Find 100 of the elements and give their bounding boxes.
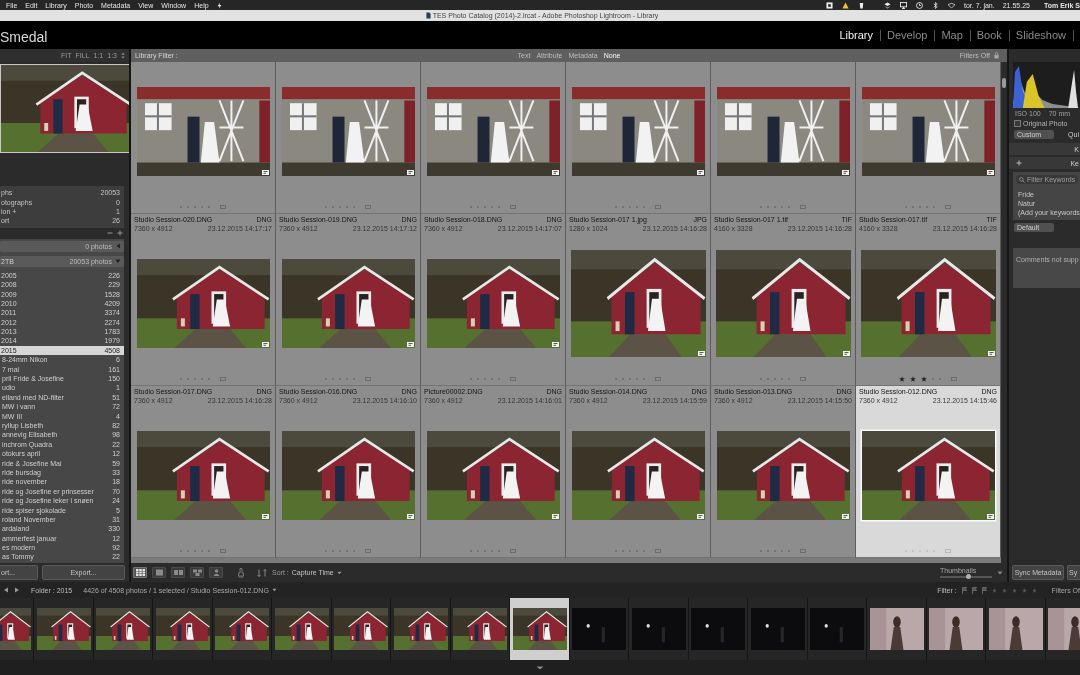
- triangle-icon[interactable]: [115, 243, 121, 250]
- grid-cell[interactable]: [566, 62, 711, 214]
- bluetooth-icon[interactable]: [931, 1, 939, 9]
- badge-icon[interactable]: [261, 513, 269, 519]
- photo-thumbnail[interactable]: [691, 608, 745, 650]
- photo-thumbnail[interactable]: [426, 430, 560, 520]
- filmstrip-cell[interactable]: [926, 598, 987, 660]
- badge-icon[interactable]: [551, 169, 559, 175]
- photo-thumbnail[interactable]: [988, 608, 1043, 650]
- badge-icon[interactable]: [261, 341, 269, 347]
- module-tab[interactable]: Book: [970, 29, 1010, 41]
- photo-thumbnail[interactable]: [631, 608, 686, 650]
- photo-thumbnail[interactable]: [274, 608, 329, 650]
- badge-icon[interactable]: [696, 513, 704, 519]
- photo-thumbnail[interactable]: [136, 258, 270, 348]
- frame-icon[interactable]: [365, 204, 371, 209]
- module-tab[interactable]: Develop: [881, 29, 936, 41]
- badge-icon[interactable]: [551, 341, 559, 347]
- star-icon[interactable]: [1011, 587, 1017, 593]
- badge-icon[interactable]: [261, 169, 269, 175]
- frame-icon[interactable]: [800, 204, 806, 209]
- view-mode-button[interactable]: [190, 567, 204, 578]
- square-icon[interactable]: [825, 1, 833, 9]
- frame-icon[interactable]: [951, 376, 957, 381]
- badge-icon[interactable]: [841, 513, 849, 519]
- frame-icon[interactable]: [945, 548, 951, 553]
- photo-thumbnail[interactable]: [281, 430, 415, 520]
- module-tab[interactable]: Library: [833, 29, 881, 41]
- photo-thumbnail[interactable]: [571, 86, 705, 176]
- caret-icon[interactable]: [997, 570, 1003, 575]
- photo-thumbnail[interactable]: [810, 608, 864, 650]
- frame-icon[interactable]: [220, 204, 226, 209]
- star-icon[interactable]: [1031, 587, 1037, 593]
- grid-cell[interactable]: [856, 62, 1001, 214]
- frame-icon[interactable]: [800, 376, 806, 381]
- frame-icon[interactable]: [510, 548, 516, 553]
- filmstrip-cell[interactable]: [986, 598, 1046, 660]
- frame-icon[interactable]: [655, 204, 661, 209]
- scrollbar[interactable]: [1001, 62, 1007, 563]
- filmstrip-cell[interactable]: [807, 598, 868, 660]
- photo-thumbnail[interactable]: [136, 430, 270, 520]
- module-tab[interactable]: Map: [935, 29, 971, 41]
- plus-icon[interactable]: [117, 230, 123, 237]
- triangle-icon[interactable]: [115, 258, 121, 265]
- badge-icon[interactable]: [986, 169, 994, 175]
- frame-icon[interactable]: [510, 204, 516, 209]
- badge-icon[interactable]: [696, 169, 704, 175]
- view-mode-button[interactable]: [152, 567, 166, 578]
- grid-cell[interactable]: [421, 62, 566, 214]
- filmstrip-cell[interactable]: [93, 598, 154, 660]
- badge-icon[interactable]: [986, 513, 994, 519]
- badge-icon[interactable]: [406, 169, 414, 175]
- wifi-icon[interactable]: [947, 1, 955, 9]
- filmstrip-cell[interactable]: [331, 598, 392, 660]
- module-tab[interactable]: Slideshow: [1009, 29, 1074, 41]
- star-icon[interactable]: [910, 375, 916, 382]
- filmstrip-cell[interactable]: [450, 598, 511, 660]
- star-icon[interactable]: [1021, 587, 1027, 593]
- badge-icon[interactable]: [406, 341, 414, 347]
- badge-icon[interactable]: [697, 350, 705, 356]
- badge-icon[interactable]: [841, 169, 849, 175]
- frame-icon[interactable]: [220, 376, 226, 381]
- navigator-preview[interactable]: [0, 64, 129, 153]
- slider-thumb[interactable]: [966, 574, 972, 579]
- frame-icon[interactable]: [655, 376, 661, 381]
- filmstrip-cell[interactable]: [391, 598, 451, 660]
- caret-icon[interactable]: [271, 588, 277, 592]
- frame-icon[interactable]: [365, 548, 371, 553]
- sort-direction-icon[interactable]: [257, 568, 267, 577]
- filmstrip-cell[interactable]: [569, 598, 630, 660]
- minus-icon[interactable]: [107, 230, 113, 237]
- grid-cell[interactable]: [711, 62, 856, 214]
- filmstrip-cell[interactable]: [34, 598, 94, 660]
- photo-thumbnail[interactable]: [861, 86, 995, 176]
- photo-thumbnail[interactable]: [570, 249, 706, 357]
- display-icon[interactable]: [899, 1, 907, 9]
- photo-thumbnail[interactable]: [215, 608, 269, 650]
- frame-icon[interactable]: [655, 548, 661, 553]
- view-mode-button[interactable]: [171, 567, 185, 578]
- scrollbar-thumb[interactable]: [1002, 78, 1006, 88]
- photo-thumbnail[interactable]: [716, 86, 850, 176]
- filmstrip-cell[interactable]: [272, 598, 332, 660]
- plus-icon[interactable]: [1016, 160, 1022, 166]
- photo-thumbnail[interactable]: [572, 608, 626, 650]
- photo-thumbnail[interactable]: [869, 608, 924, 650]
- star-icon[interactable]: [1001, 587, 1007, 593]
- filmstrip-cell[interactable]: [212, 598, 273, 660]
- photo-thumbnail[interactable]: [716, 430, 850, 520]
- badge-icon[interactable]: [842, 350, 850, 356]
- photo-thumbnail[interactable]: [861, 430, 995, 520]
- bolt-icon[interactable]: [216, 1, 222, 9]
- photo-thumbnail[interactable]: [281, 258, 415, 348]
- photo-thumbnail[interactable]: [155, 608, 210, 650]
- layers-icon[interactable]: [883, 1, 891, 9]
- frame-icon[interactable]: [220, 548, 226, 553]
- lock-icon[interactable]: [994, 52, 999, 59]
- star-rating[interactable]: [899, 375, 941, 382]
- star-icon[interactable]: [991, 587, 997, 593]
- filmstrip-cell[interactable]: [153, 598, 213, 660]
- photo-thumbnail[interactable]: [393, 608, 448, 650]
